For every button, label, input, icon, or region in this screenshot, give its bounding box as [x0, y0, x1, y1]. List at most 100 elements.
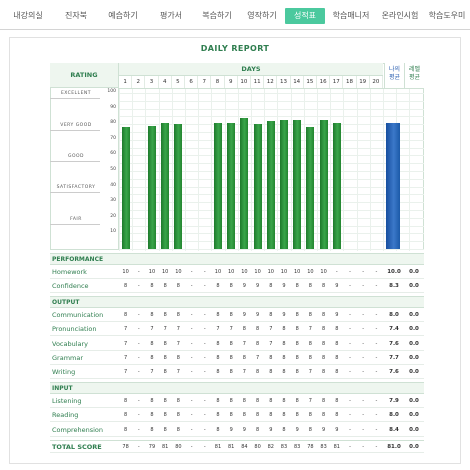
nav-tab-2[interactable]: 진자북 [56, 8, 96, 24]
score-cell: 8 [308, 283, 312, 290]
gridline [119, 116, 424, 118]
score-cell: 8 [322, 355, 326, 361]
level-average-cell: 0.0 [409, 269, 419, 275]
nav-tab-3[interactable]: 예습하기 [102, 8, 144, 24]
column-divider [171, 89, 173, 251]
score-cell: 8 [322, 283, 326, 290]
score-cell: 8 [282, 326, 286, 333]
nav-tab-7[interactable]: 성적표 [285, 8, 325, 24]
score-cell: 7 [269, 326, 273, 333]
column-divider [158, 89, 160, 251]
score-cell: 7 [124, 369, 128, 376]
score-cell: 8 [216, 340, 220, 347]
level-average-cell: 0.0 [409, 355, 419, 361]
gridline [119, 100, 424, 102]
column-divider [198, 89, 200, 251]
y-tick-label: 100 [107, 89, 116, 94]
day-number: 1 [119, 76, 133, 88]
score-cell: - [375, 311, 378, 318]
y-tick-label: 80 [110, 120, 116, 126]
column-divider [211, 89, 213, 251]
day-score-bar [306, 127, 315, 249]
score-cell: 10 [241, 269, 248, 275]
score-cell: 9 [282, 311, 286, 318]
score-row: Confidence 8 - 8 8 8 - - 8 8 9 9 8 9 8 8 8 9 - - - 8.3 0.0 [50, 280, 424, 294]
day-score-bar [174, 124, 183, 249]
score-row: Homework 10 - 10 10 10 - - 10 10 10 10 10 10 10 10 10 - - -… [50, 266, 424, 279]
day-number: 15 [303, 76, 317, 88]
nav-tab-4[interactable]: 평가서 [150, 8, 192, 24]
score-cell: - [349, 412, 351, 419]
score-cell: 8 [150, 283, 154, 290]
score-cell: 8 [335, 412, 339, 419]
day-score-bar [148, 125, 156, 249]
section-header: INPUT [50, 381, 424, 394]
score-cell: 9 [335, 283, 339, 290]
score-cell: 8 [124, 397, 128, 404]
nav-tab-6[interactable]: 영작하기 [242, 8, 282, 24]
y-tick-label: 60 [110, 151, 116, 157]
score-cell: 8 [295, 369, 299, 376]
day-number: 16 [317, 76, 331, 88]
level-average-cell: 0.0 [409, 397, 419, 404]
day-number: 9 [224, 76, 238, 88]
score-cell: 8 [176, 426, 180, 433]
nav-tab-8[interactable]: 학습매니저 [331, 8, 371, 24]
score-cell: 7 [229, 326, 233, 333]
score-cell: 10 [228, 269, 235, 275]
nav-tab-9[interactable]: 온라인시험 [378, 8, 422, 24]
my-average-cell: 7.6 [389, 340, 399, 347]
score-cell: - [190, 311, 193, 318]
column-divider [317, 89, 318, 251]
score-cell: 7 [124, 326, 128, 333]
level-average-cell: 0.0 [409, 283, 419, 290]
score-cell: 8 [242, 355, 246, 361]
score-cell: 8 [163, 311, 167, 318]
score-cell: 10 [307, 269, 314, 275]
nav-tab-10[interactable]: 학습도우미 [425, 8, 469, 24]
my-average-cell: 7.6 [389, 369, 399, 376]
section-header: PERFORMANCE [50, 253, 424, 265]
score-cell: - [137, 326, 140, 333]
day-number: 14 [290, 76, 304, 88]
score-cell: 81 [214, 444, 222, 450]
nav-tab-5[interactable]: 복습하기 [197, 8, 237, 24]
score-cell: 9 [256, 311, 260, 318]
score-cell: 8 [176, 397, 180, 404]
score-cell: 8 [269, 412, 273, 419]
nav-tab-1[interactable]: 내강의실 [6, 8, 50, 24]
day-number: 19 [356, 76, 370, 88]
day-number: 6 [185, 76, 199, 88]
score-cell: 9 [322, 426, 326, 433]
total-score-label: TOTAL SCORE [52, 443, 102, 451]
my-average-cell: 7.9 [389, 397, 399, 404]
score-row-label: Reading [52, 411, 79, 420]
report-title: DAILY REPORT [200, 44, 270, 53]
my-average-bar [386, 122, 400, 249]
day-score-bar [253, 124, 262, 249]
score-cell: 8 [150, 355, 154, 361]
score-row: Grammar 7 - 8 8 8 - - 8 8 8 7 8 8 8 8 8 8 - - - 7.7 0.0 [50, 352, 424, 365]
score-cell: 81 [228, 444, 235, 450]
score-cell: 8 [269, 283, 273, 290]
score-row-label: Confidence [52, 282, 89, 291]
rating-divider [50, 130, 100, 131]
score-cell: 8 [242, 397, 246, 404]
score-cell: 80 [175, 444, 182, 450]
score-cell: 8 [335, 340, 339, 347]
score-cell: 8 [269, 397, 273, 404]
column-divider [237, 89, 239, 251]
score-cell: - [349, 369, 351, 376]
column-divider [132, 89, 134, 251]
score-cell: - [203, 311, 206, 318]
score-cell: 10 [320, 269, 327, 275]
day-score-bar [293, 119, 302, 249]
score-cell: 79 [148, 444, 156, 450]
score-cell: - [375, 340, 378, 347]
day-number: 20 [369, 76, 383, 88]
score-cell: - [375, 355, 378, 361]
score-cell: 8 [229, 397, 233, 404]
rating-label: SATISFACTORY [56, 185, 96, 190]
score-cell: 8 [150, 397, 154, 404]
level-average-cell: 0.0 [409, 369, 419, 376]
